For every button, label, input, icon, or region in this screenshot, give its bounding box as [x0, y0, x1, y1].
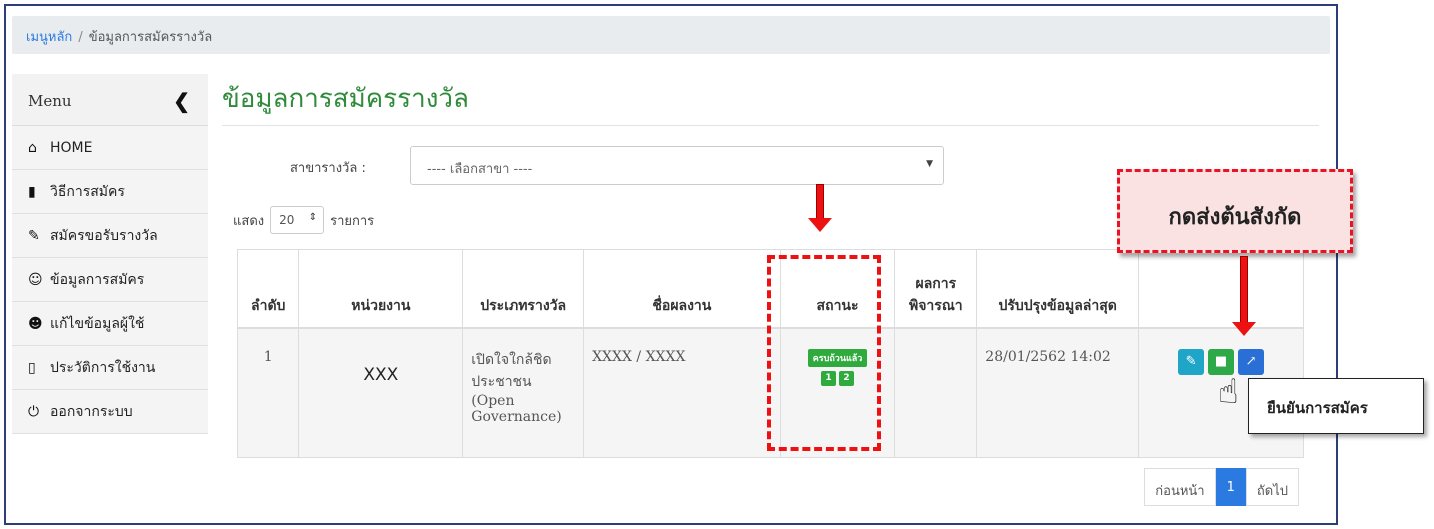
folder-button[interactable]: ■ [1208, 348, 1235, 375]
pagination-next[interactable]: ถัดไป [1245, 468, 1299, 506]
sidebar-item-label: สมัครขอรับรางวัล [50, 227, 158, 244]
share-icon: ↗ [1245, 354, 1257, 369]
folder-icon: ■ [1214, 354, 1228, 369]
page-size-prefix: แสดง [233, 213, 265, 229]
sidebar-item-label: วิธีการสมัคร [50, 183, 125, 200]
chevron-left-icon[interactable]: ❮ [173, 89, 190, 113]
sidebar-item-label: ออกจากระบบ [50, 403, 133, 420]
breadcrumb-separator: / [78, 30, 83, 45]
page-size-select[interactable]: 20 ⇕ [270, 206, 325, 234]
sidebar-item-label: HOME [50, 139, 93, 156]
column-header-unit: หน่วยงาน [298, 249, 464, 329]
cell-work-name: XXXX / XXXX [583, 327, 781, 458]
column-header-result: ผลการพิจารณา [894, 249, 978, 329]
award-type-line: (Open [471, 392, 515, 409]
pagination-prev[interactable]: ก่อนหน้า [1144, 468, 1216, 506]
submit-to-agency-button[interactable]: ↗ [1238, 348, 1265, 375]
sidebar-item-how-to-apply[interactable]: ▮ วิธีการสมัคร [12, 170, 208, 214]
page-size-row: แสดง 20 ⇕ รายการ [233, 206, 374, 234]
cell-award-type: เปิดใจใกล้ชิด ประชาชน (Open Governance) [462, 327, 585, 458]
sidebar-item-history[interactable]: ▯ ประวัติการใช้งาน [12, 346, 208, 390]
bookmark-icon: ▯ [28, 359, 36, 376]
sidebar-item-label: ข้อมูลการสมัคร [50, 271, 145, 288]
home-icon: ⌂ [28, 139, 37, 156]
users-icon: ☺ [28, 271, 43, 288]
sidebar: Menu ❮ ⌂ HOME ▮ วิธีการสมัคร ✎ สมัครขอรั… [12, 74, 208, 434]
breadcrumb: เมนูหลัก / ข้อมูลการสมัครรางวัล [12, 16, 1330, 54]
status-highlight-box [767, 255, 881, 451]
pagination-current[interactable]: 1 [1215, 468, 1246, 506]
award-type-line: Governance) [471, 408, 562, 425]
sidebar-item-home[interactable]: ⌂ HOME [12, 126, 208, 170]
pencil-icon: ✎ [1185, 354, 1197, 369]
caret-down-icon: ▼ [926, 159, 933, 169]
page-size-suffix: รายการ [330, 213, 375, 229]
cell-unit: XXX [298, 327, 464, 458]
award-type-line: เปิดใจใกล้ชิด [471, 351, 552, 368]
column-header-actions [1138, 249, 1304, 329]
sidebar-item-logout[interactable]: ⏻ ออกจากระบบ [12, 390, 208, 434]
cell-no: 1 [236, 327, 300, 458]
pagination: ก่อนหน้า 1 ถัดไป [1144, 468, 1299, 506]
breadcrumb-home-link[interactable]: เมนูหลัก [26, 30, 72, 45]
filter-label: สาขารางวัล : [290, 161, 366, 176]
file-icon: ▮ [28, 183, 36, 200]
cell-updated: 28/01/2562 14:02 [976, 327, 1140, 458]
send-to-agency-callout: กดส่งต้นสังกัด [1117, 169, 1353, 253]
sidebar-item-label: แก้ไขข้อมูลผู้ใช้ [50, 315, 145, 332]
sidebar-header: Menu ❮ [12, 74, 208, 126]
page-title: ข้อมูลการสมัครรางวัล [222, 84, 469, 114]
sidebar-title: Menu [28, 92, 72, 110]
award-type-line: ประชาชน [471, 373, 532, 390]
sidebar-item-apply[interactable]: ✎ สมัครขอรับรางวัล [12, 214, 208, 258]
sidebar-item-label: ประวัติการใช้งาน [50, 359, 156, 376]
column-header-updated: ปรับปรุงข้อมูลล่าสุด [976, 249, 1140, 329]
sidebar-item-edit-profile[interactable]: ☻ แก้ไขข้อมูลผู้ใช้ [12, 302, 208, 346]
page-size-value: 20 [279, 213, 295, 227]
sidebar-item-application-data[interactable]: ☺ ข้อมูลการสมัคร [12, 258, 208, 302]
breadcrumb-current: ข้อมูลการสมัครรางวัล [88, 30, 213, 45]
cell-result [894, 327, 978, 458]
edit-button[interactable]: ✎ [1178, 348, 1205, 375]
title-divider [222, 125, 1319, 126]
column-header-no: ลำดับ [236, 249, 300, 329]
confirm-application-callout: ยืนยันการสมัคร [1248, 378, 1424, 434]
column-header-award-type: ประเภทรางวัล [462, 249, 585, 329]
hand-pointer-icon: ☝ [1218, 372, 1239, 412]
award-branch-selected: ---- เลือกสาขา ---- [427, 162, 533, 177]
pencil-icon: ✎ [28, 227, 40, 244]
user-icon: ☻ [28, 315, 43, 332]
column-header-work-name: ชื่อผลงาน [583, 249, 781, 329]
power-icon: ⏻ [28, 403, 40, 420]
action-buttons: ✎ ■ ↗ [1147, 348, 1295, 375]
award-branch-select[interactable]: ---- เลือกสาขา ---- ▼ [410, 146, 944, 185]
sort-updown-icon: ⇕ [308, 212, 318, 223]
